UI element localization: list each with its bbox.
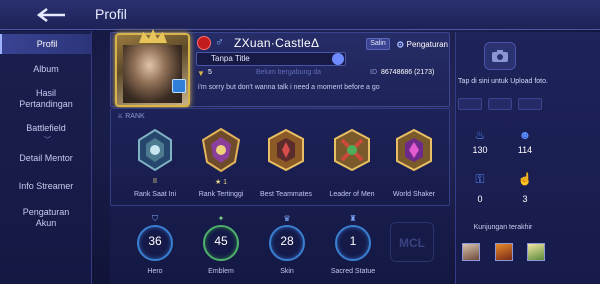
mcl-logo: MCL <box>390 222 434 262</box>
sidebar-item-label: Battlefield <box>26 123 66 133</box>
sidebar-item-label: Info Streamer <box>18 181 74 191</box>
visitor-avatar[interactable] <box>495 243 513 261</box>
photo-tab[interactable] <box>488 98 512 110</box>
highest-rank-medal-icon[interactable] <box>199 128 243 172</box>
sidebar-item-streamer[interactable]: Info Streamer <box>0 181 92 192</box>
sidebar-item-label: Pengaturan Akun <box>22 207 70 228</box>
edit-icon[interactable] <box>332 53 344 65</box>
photo-badge-icon <box>172 79 186 93</box>
sidebar-item-label: Hasil Pertandingan <box>19 88 73 109</box>
leader-of-men-medal-icon[interactable] <box>330 128 374 172</box>
gift-icon: ⚿ <box>475 172 485 186</box>
popularity-count: 130 <box>472 145 488 155</box>
level-icon: ▼ <box>197 69 205 78</box>
player-title: Tanpa Title <box>211 54 250 63</box>
medal-label: World Shaker <box>392 191 436 198</box>
recent-visitors-label: Kunjungan terakhir <box>473 224 533 231</box>
male-icon: ♂ <box>215 35 224 49</box>
followers-icon: ☻ <box>518 128 532 142</box>
best-teammates-medal-icon[interactable] <box>264 128 308 172</box>
player-bio[interactable]: i'm sorry but don't wanna talk i need a … <box>198 84 380 91</box>
sacred-statue-icon: ♜ <box>349 214 357 223</box>
back-arrow-icon <box>36 8 65 22</box>
camera-icon[interactable] <box>484 42 516 70</box>
sidebar-item-album[interactable]: Album <box>0 64 92 75</box>
gear-icon <box>397 40 404 48</box>
player-name: ZXuan·CastleΔ <box>234 36 320 50</box>
visitor-avatar[interactable] <box>527 243 545 261</box>
upload-photo-text[interactable]: Tap di sini untuk Upload foto. <box>457 77 549 86</box>
player-id: 86748686 (2173) <box>381 69 435 76</box>
sidebar-item-label: Profil <box>36 39 58 49</box>
flame-icon: ♨ <box>474 128 486 142</box>
player-level: 5 <box>208 69 212 76</box>
stat-label: Emblem <box>208 268 234 275</box>
emblem-icon: ✦ <box>217 214 225 223</box>
skin-icon: ♛ <box>283 214 291 223</box>
sidebar-item-label: Detail Mentor <box>19 153 73 163</box>
rank-emblem-icon <box>197 36 211 50</box>
avatar-photo <box>123 45 182 103</box>
hero-icon: ⛉ <box>152 214 158 223</box>
sidebar-item-match-history[interactable]: Hasil Pertandingan <box>0 88 92 110</box>
world-shaker-medal-icon[interactable] <box>392 128 436 172</box>
sidebar-item-profil[interactable]: Profil <box>0 34 92 54</box>
stat-label: Skin <box>280 268 294 275</box>
settings-label: Pengaturan <box>406 39 448 49</box>
visitor-avatar[interactable] <box>462 243 480 261</box>
current-rank-medal-icon[interactable] <box>133 128 177 172</box>
back-button[interactable] <box>30 4 74 26</box>
sacred-statue-count: 1 <box>349 234 357 248</box>
medal-label: Leader of Men <box>329 191 375 198</box>
rank-header: ⚔ RANK <box>117 113 145 120</box>
gifts-count: 0 <box>477 194 483 204</box>
followers-count: 114 <box>517 145 533 155</box>
sidebar-item-account-settings[interactable]: Pengaturan Akun <box>0 207 92 229</box>
stat-label: Hero <box>147 268 163 275</box>
medal-label: Rank Tertinggi <box>198 191 244 198</box>
like-icon: ☝ <box>517 172 533 186</box>
rank-header-label: RANK <box>125 113 145 120</box>
sidebar-item-label: Album <box>33 64 59 74</box>
sidebar-item-battlefield[interactable]: Battlefield <box>0 123 92 134</box>
squad-status: Belum bergabung da <box>256 69 321 76</box>
sidebar-item-mentor[interactable]: Detail Mentor <box>0 153 92 164</box>
medal-label: Rank Saat Ini <box>133 191 177 198</box>
photo-tab[interactable] <box>518 98 542 110</box>
top-bar: Profil <box>0 0 600 30</box>
id-label: ID <box>370 69 377 76</box>
medal-label: Best Teammates <box>259 191 312 198</box>
likes-count: 3 <box>522 194 528 204</box>
rank-tier: II <box>153 178 157 185</box>
emblem-count: 45 <box>214 234 228 248</box>
highest-rank-stars: ★ 1 <box>214 179 228 186</box>
hero-count: 36 <box>148 234 162 248</box>
photo-tab[interactable] <box>458 98 482 110</box>
skin-count: 28 <box>280 234 294 248</box>
stat-label: Sacred Statue <box>330 268 376 275</box>
settings-button[interactable]: Pengaturan <box>396 37 448 51</box>
chevron-down-icon: ﹀ <box>44 137 51 144</box>
avatar[interactable] <box>115 29 190 107</box>
copy-button[interactable]: Salin <box>366 38 390 50</box>
sidebar: Profil Album Hasil Pertandingan Battlefi… <box>0 31 92 284</box>
page-title: Profil <box>95 6 127 22</box>
